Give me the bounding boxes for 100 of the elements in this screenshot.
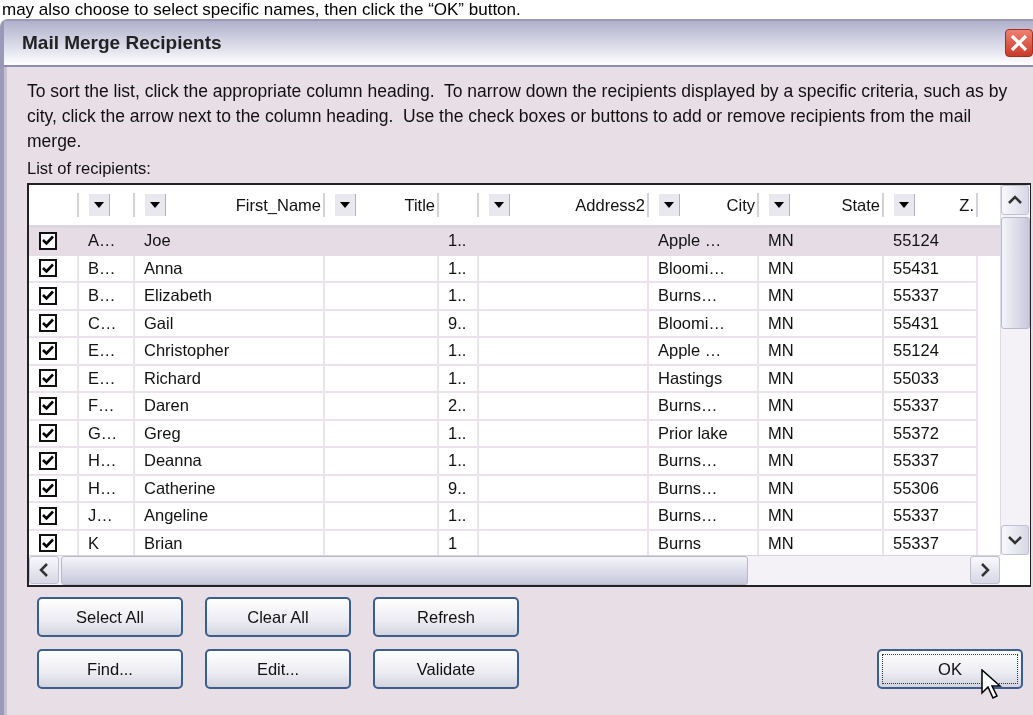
- table-cell: MN: [768, 478, 794, 498]
- chevron-right-icon: [980, 563, 990, 577]
- scroll-thumb[interactable]: [61, 556, 748, 585]
- table-cell: C…: [88, 313, 117, 333]
- filter-dropdown[interactable]: [335, 194, 356, 216]
- table-cell: MN: [768, 533, 794, 553]
- table-cell: 55124: [893, 341, 939, 361]
- table-cell: J…: [88, 506, 113, 526]
- caret-icon: [494, 202, 504, 208]
- table-cell: MN: [768, 341, 794, 361]
- checkbox[interactable]: [39, 451, 57, 470]
- table-cell: 1..: [448, 231, 467, 251]
- table-cell: Richard: [144, 368, 201, 388]
- scroll-up-button[interactable]: [1001, 185, 1029, 215]
- table-cell: 55431: [893, 313, 939, 333]
- table-cell: Bloomi…: [658, 258, 725, 278]
- table-cell: E…: [88, 341, 116, 361]
- caption-text: may also choose to select specific names, then click the “OK” button.: [1, 0, 522, 19]
- close-icon: [1008, 32, 1030, 54]
- checkbox[interactable]: [39, 396, 57, 415]
- table-row[interactable]: A… Joe 1.. Apple … MN 55124: [29, 228, 1000, 256]
- scroll-down-button[interactable]: [1001, 525, 1029, 555]
- table-cell: 1: [448, 533, 458, 553]
- table-cell: 1..: [448, 368, 467, 388]
- action-button[interactable]: Clear All: [205, 597, 351, 637]
- table-cell: MN: [768, 368, 794, 388]
- column-header[interactable]: State: [759, 193, 884, 217]
- column-header[interactable]: Address2: [479, 193, 649, 217]
- scroll-thumb[interactable]: [1001, 217, 1030, 329]
- table-cell: B…: [88, 258, 116, 278]
- table-cell: Burns…: [658, 478, 718, 498]
- filter-dropdown[interactable]: [145, 194, 166, 216]
- table-cell: Apple …: [658, 231, 722, 251]
- checkbox[interactable]: [39, 369, 57, 388]
- action-button[interactable]: Validate: [373, 649, 519, 689]
- vertical-scrollbar[interactable]: [1000, 185, 1030, 555]
- table-cell: Catherine: [144, 478, 216, 498]
- table-cell: Burns…: [658, 396, 718, 416]
- table-cell: 55372: [893, 423, 939, 443]
- checkbox[interactable]: [39, 259, 57, 278]
- column-header[interactable]: Z.: [884, 193, 978, 217]
- scroll-left-button[interactable]: [29, 556, 59, 584]
- horizontal-scrollbar[interactable]: [29, 555, 1000, 585]
- table-cell: 55337: [893, 533, 939, 553]
- action-button[interactable]: Select All: [37, 597, 183, 637]
- ok-button[interactable]: OK: [877, 649, 1023, 689]
- filter-dropdown[interactable]: [89, 194, 110, 216]
- table-cell: 1..: [448, 258, 467, 278]
- table-cell: MN: [768, 451, 794, 471]
- table-cell: Burns: [658, 533, 702, 553]
- filter-dropdown[interactable]: [659, 194, 680, 216]
- table-cell: B…: [88, 286, 116, 306]
- table-cell: MN: [768, 313, 794, 333]
- close-button[interactable]: [1005, 29, 1033, 57]
- table-cell: H…: [88, 451, 117, 471]
- checkbox[interactable]: [39, 231, 57, 250]
- table-cell: Christopher: [144, 341, 230, 361]
- table-cell: A…: [88, 231, 116, 251]
- table-cell: 55431: [893, 258, 939, 278]
- chevron-left-icon: [39, 563, 49, 577]
- filter-dropdown[interactable]: [769, 194, 790, 216]
- filter-dropdown[interactable]: [489, 194, 510, 216]
- table-cell: 9..: [448, 478, 467, 498]
- table-cell: 1..: [448, 451, 467, 471]
- table-cell: MN: [768, 286, 794, 306]
- column-header[interactable]: City: [649, 193, 759, 217]
- caret-icon: [899, 202, 909, 208]
- column-header[interactable]: Title: [325, 193, 439, 217]
- checkbox[interactable]: [39, 314, 57, 333]
- action-button[interactable]: Refresh: [373, 597, 519, 637]
- table-cell: 1..: [448, 286, 467, 306]
- table-cell: 1..: [448, 341, 467, 361]
- table-cell: Bloomi…: [658, 313, 725, 333]
- checkbox[interactable]: [39, 286, 57, 305]
- chevron-up-icon: [1008, 195, 1022, 205]
- action-button[interactable]: Find...: [37, 649, 183, 689]
- checkbox[interactable]: [39, 506, 57, 525]
- window-title: Mail Merge Recipients: [22, 32, 222, 54]
- checkbox[interactable]: [39, 534, 57, 553]
- scroll-right-button[interactable]: [970, 556, 1000, 584]
- checkbox[interactable]: [39, 424, 57, 443]
- table-cell: K: [88, 533, 99, 553]
- chevron-down-icon: [1008, 535, 1022, 545]
- table-cell: Brian: [144, 533, 183, 553]
- checkbox[interactable]: [39, 479, 57, 498]
- table-cell: Deanna: [144, 451, 202, 471]
- table-cell: MN: [768, 506, 794, 526]
- table-cell: 55337: [893, 451, 939, 471]
- checkbox[interactable]: [39, 341, 57, 360]
- table-cell: Gail: [144, 313, 174, 333]
- table-cell: 1..: [448, 506, 467, 526]
- column-header[interactable]: First_Name: [135, 193, 325, 217]
- table-cell: 55306: [893, 478, 939, 498]
- table-cell: Burns…: [658, 451, 718, 471]
- table-cell: G…: [88, 423, 118, 443]
- filter-dropdown[interactable]: [894, 194, 915, 216]
- table-cell: Greg: [144, 423, 181, 443]
- table-cell: 9..: [448, 313, 467, 333]
- action-button[interactable]: Edit...: [205, 649, 351, 689]
- table-cell: 55337: [893, 506, 939, 526]
